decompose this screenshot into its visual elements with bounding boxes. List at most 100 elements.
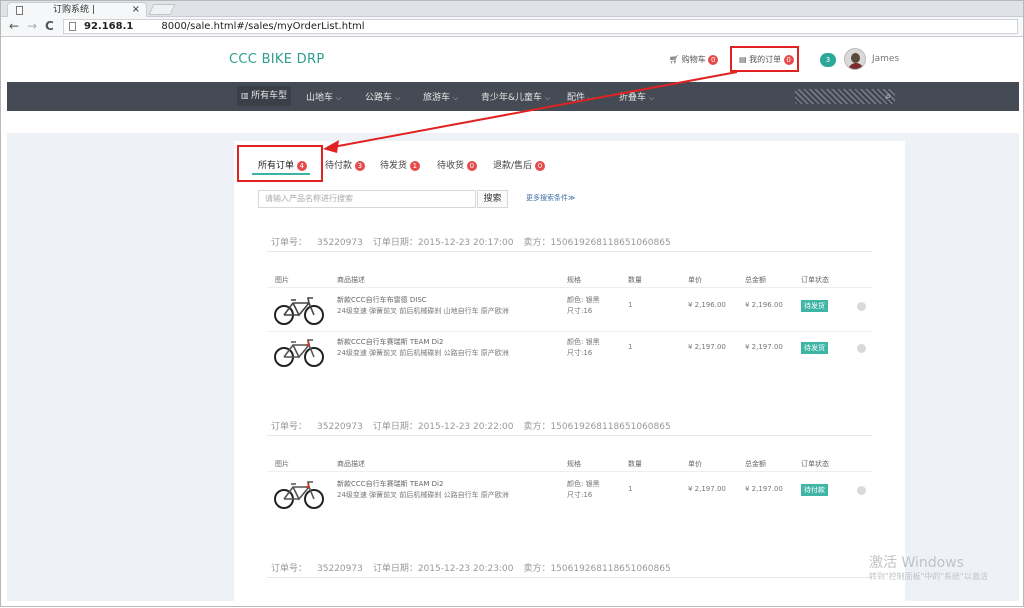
username[interactable]: James — [872, 54, 899, 64]
unit-price: ¥ 2,197.00 — [688, 343, 726, 351]
browser-toolbar: ← → C 92.168.1 8000/sale.html#/sales/myOr… — [1, 17, 1023, 37]
url-host: 92.168.1 — [84, 21, 134, 32]
category-label: 所有车型 — [251, 91, 288, 101]
col-image: 图片 — [275, 276, 289, 284]
col-total: 总金额 — [745, 276, 766, 284]
total-amount: ¥ 2,197.00 — [745, 343, 783, 351]
order-header: 订单号： 35220973 订单日期：2015-12-23 20:22:00 卖方：1… — [271, 419, 671, 432]
seller-label: 卖方： — [523, 238, 551, 248]
top-search-box[interactable]: ⌕ — [795, 89, 895, 104]
col-desc: 商品描述 — [337, 460, 365, 468]
tab-label: 待付款 — [325, 161, 353, 171]
highlight-box-all-orders — [237, 145, 323, 182]
product-search-input[interactable]: 请输入产品名称进行搜索 — [258, 190, 476, 208]
divider — [267, 251, 872, 252]
category-mountain[interactable]: 山地车 ⌵ — [306, 90, 341, 103]
chevron-down-icon: ⌵ — [545, 94, 551, 102]
message-count-badge[interactable]: 3 — [820, 53, 836, 67]
tab-count-badge: 3 — [354, 160, 365, 171]
activation-watermark-text: 转到"控制面板"中的"系统"以激活 — [869, 572, 988, 581]
order-date-label: 订单日期： — [372, 422, 418, 432]
tab-pending-receipt[interactable]: 待收货 0 — [437, 158, 477, 171]
browser-window: 订购系统 | × ← → C 92.168.1 8000/sale.html#/s… — [0, 0, 1024, 607]
chevron-down-icon: ⌵ — [588, 94, 594, 102]
avatar-face — [851, 53, 860, 63]
seller-id: 150619268118651060865 — [550, 564, 671, 574]
site-header: CCC BIKE DRP 🛒︎ 购物车 0 ▤ 我的订单 0 3 James — [7, 39, 1019, 82]
remove-icon[interactable] — [857, 344, 866, 353]
seller-id: 150619268118651060865 — [550, 238, 671, 248]
col-status: 订单状态 — [801, 276, 829, 284]
spec-size: 尺寸:16 — [567, 491, 593, 499]
divider — [267, 331, 872, 332]
product-title-link[interactable]: 新款CCC自行车赛瑞斯 TEAM Di2 — [337, 479, 443, 489]
divider — [267, 471, 872, 472]
tab-close-icon[interactable]: × — [132, 3, 140, 17]
chevron-down-icon: ⌵ — [336, 94, 342, 102]
table-row: 新款CCC自行车布雷德 DISC 24级变速 弹簧前叉 前后机械碟刹 山地自行车… — [267, 293, 872, 331]
col-price: 单价 — [688, 460, 702, 468]
spec-size: 尺寸:16 — [567, 349, 593, 357]
order-no: 35220973 — [317, 422, 363, 432]
bike-image[interactable] — [273, 293, 325, 327]
cart-label: 购物车 — [681, 55, 706, 64]
category-accessories[interactable]: 配件 ⌵ — [567, 90, 593, 103]
status-badge: 待发货 — [801, 300, 828, 312]
avatar-body — [848, 63, 864, 69]
bike-image[interactable] — [273, 477, 325, 511]
category-youth-kids[interactable]: 青少年&儿童车 ⌵ — [481, 90, 550, 103]
seller-id: 150619268118651060865 — [550, 422, 671, 432]
tab-count-badge: 0 — [466, 160, 477, 171]
order-date: 2015-12-23 20:22:00 — [417, 422, 514, 432]
divider — [267, 287, 872, 288]
category-all[interactable]: ▥ 所有车型 — [237, 86, 292, 106]
category-label: 山地车 — [306, 93, 334, 103]
forward-arrow-icon[interactable]: → — [27, 20, 37, 33]
back-arrow-icon[interactable]: ← — [9, 20, 19, 33]
highlight-box-my-orders — [730, 46, 799, 72]
tab-pending-shipment[interactable]: 待发货 1 — [380, 158, 420, 171]
quantity: 1 — [628, 301, 633, 309]
col-qty: 数量 — [628, 276, 642, 284]
reload-icon[interactable]: C — [45, 20, 54, 33]
unit-price: ¥ 2,196.00 — [688, 301, 726, 309]
remove-icon[interactable] — [857, 302, 866, 311]
order-header: 订单号： 35220973 订单日期：2015-12-23 20:17:00 卖方：1… — [271, 235, 671, 248]
url-path: 8000/sale.html#/sales/myOrderList.html — [161, 21, 365, 32]
divider — [267, 577, 872, 578]
category-touring[interactable]: 旅游车 ⌵ — [423, 90, 458, 103]
category-road[interactable]: 公路车 ⌵ — [365, 90, 400, 103]
document-icon — [69, 22, 76, 31]
search-button[interactable]: 搜索 — [477, 190, 508, 208]
avatar[interactable] — [844, 48, 866, 70]
site-logo[interactable]: CCC BIKE DRP — [229, 52, 324, 67]
bike-image[interactable] — [273, 335, 325, 369]
new-tab-button[interactable] — [148, 4, 176, 15]
total-amount: ¥ 2,196.00 — [745, 301, 783, 309]
tab-refund-aftersale[interactable]: 退款/售后 0 — [493, 158, 545, 171]
chevron-down-icon: ⌵ — [649, 94, 655, 102]
address-bar[interactable]: 92.168.1 8000/sale.html#/sales/myOrderLis… — [63, 19, 1018, 34]
cart-icon: 🛒︎ — [669, 55, 680, 64]
product-subtitle: 24级变速 弹簧前叉 前后机械碟刹 山地自行车 原产欧洲 — [337, 307, 509, 315]
category-label: 配件 — [567, 93, 586, 103]
seller-label: 卖方： — [523, 564, 551, 574]
browser-tab[interactable]: 订购系统 | × — [7, 2, 147, 17]
tab-pending-payment[interactable]: 待付款 3 — [325, 158, 365, 171]
tab-label: 退款/售后 — [493, 161, 533, 171]
tab-count-badge: 0 — [534, 160, 545, 171]
cart-link[interactable]: 🛒︎ 购物车 0 — [669, 54, 719, 65]
page-icon — [16, 6, 23, 15]
quantity: 1 — [628, 343, 633, 351]
product-title-link[interactable]: 新款CCC自行车布雷德 DISC — [337, 295, 427, 305]
total-amount: ¥ 2,197.00 — [745, 485, 783, 493]
quantity: 1 — [628, 485, 633, 493]
col-qty: 数量 — [628, 460, 642, 468]
category-folding[interactable]: 折叠车 ⌵ — [619, 90, 654, 103]
search-icon[interactable]: ⌕ — [885, 89, 891, 104]
more-search-conditions-link[interactable]: 更多搜索条件≫ — [526, 193, 575, 203]
remove-icon[interactable] — [857, 486, 866, 495]
product-title-link[interactable]: 新款CCC自行车赛瑞斯 TEAM Di2 — [337, 337, 443, 347]
order-date: 2015-12-23 20:23:00 — [417, 564, 514, 574]
category-nav: ▥ 所有车型 山地车 ⌵ 公路车 ⌵ 旅游车 ⌵ 青少年&儿童车 ⌵ 配件 ⌵ 折叠车 ⌵ … — [7, 82, 1019, 111]
